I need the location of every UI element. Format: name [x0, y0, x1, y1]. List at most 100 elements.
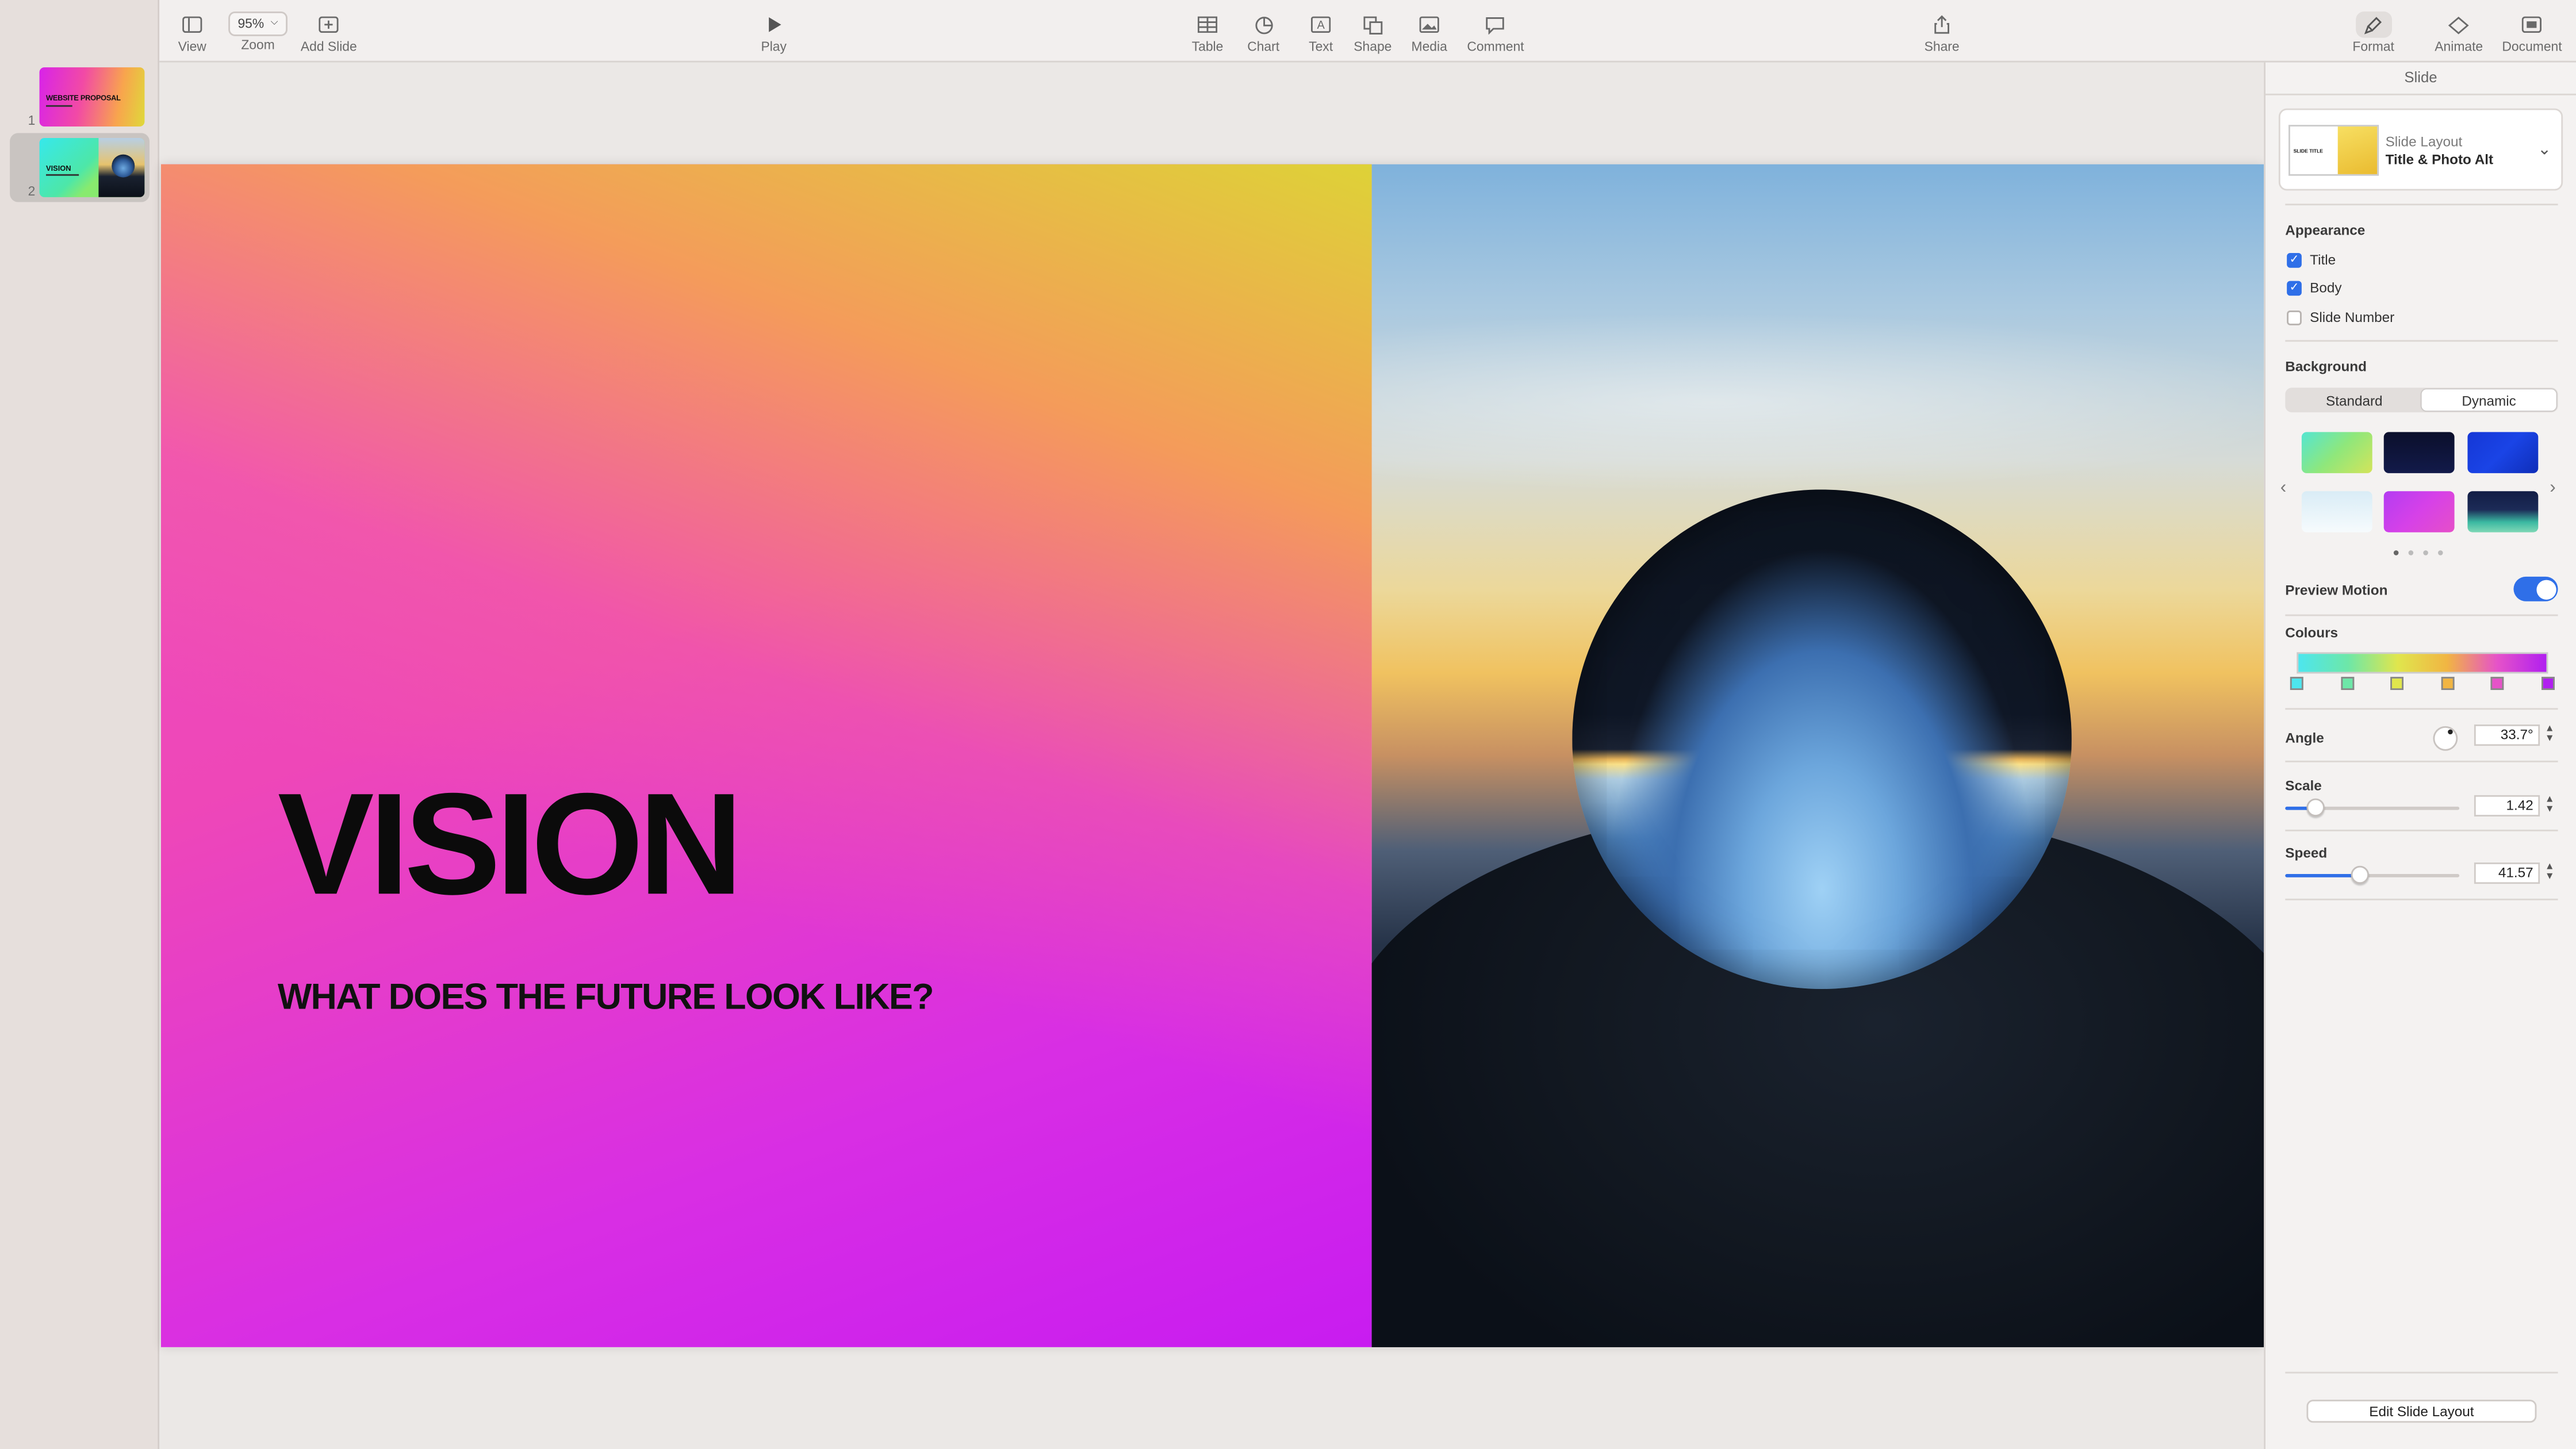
format-button[interactable]: Format: [2352, 12, 2394, 54]
colour-stop-4[interactable]: [2441, 677, 2455, 690]
background-type-segmented-control[interactable]: Standard Dynamic: [2285, 388, 2558, 413]
colour-stop-3[interactable]: [2390, 677, 2404, 690]
appearance-heading: Appearance: [2285, 221, 2366, 239]
slide-number-checkbox-row[interactable]: Slide Number: [2287, 309, 2394, 325]
background-swatch-6[interactable]: [2467, 491, 2539, 532]
table-button[interactable]: Table: [1190, 12, 1226, 54]
slide-thumb-image: VISION: [39, 138, 145, 197]
layout-thumb-text: SLIDE TITLE: [2293, 148, 2323, 155]
image-icon: [1411, 12, 1447, 38]
slide-canvas: VISION WHAT DOES THE FUTURE LOOK LIKE?: [159, 62, 2264, 1449]
colour-stop-2[interactable]: [2341, 677, 2355, 690]
slide-navigator: 1 WEBSITE PROPOSAL 2 VISION: [0, 0, 160, 1449]
shape-button[interactable]: Shape: [1354, 12, 1392, 54]
table-icon: [1190, 12, 1226, 38]
colour-stop-5[interactable]: [2490, 677, 2504, 690]
chevron-left-icon[interactable]: ‹: [2280, 478, 2286, 497]
thumb-line: [46, 105, 72, 107]
background-swatch-1[interactable]: [2301, 432, 2372, 473]
colour-stop-6[interactable]: [2542, 677, 2555, 690]
slide-number-checkbox[interactable]: [2287, 309, 2302, 325]
slide-photo-crystal-ball[interactable]: [1371, 164, 2264, 1347]
page-dot[interactable]: [2438, 550, 2443, 555]
background-dynamic-tab[interactable]: Dynamic: [2421, 389, 2556, 411]
text-label: Text: [1309, 39, 1333, 55]
speed-slider-knob[interactable]: [2351, 865, 2369, 884]
background-swatch-3[interactable]: [2467, 432, 2539, 473]
edit-slide-layout-button[interactable]: Edit Slide Layout: [2306, 1400, 2537, 1423]
sidebar-icon: [174, 12, 210, 38]
scale-field[interactable]: 1.42: [2474, 795, 2540, 816]
shape-label: Shape: [1354, 39, 1392, 55]
title-checkbox[interactable]: ✓: [2287, 252, 2302, 267]
comment-button[interactable]: Comment: [1467, 12, 1524, 54]
photo-cloud: [1371, 312, 2264, 493]
slide-number-checkbox-label: Slide Number: [2310, 309, 2395, 325]
chevron-down-icon: ⌵: [270, 18, 278, 28]
speed-label: Speed: [2285, 844, 2328, 861]
layout-caption: Slide Layout: [2385, 133, 2463, 150]
page-dot[interactable]: [2423, 550, 2428, 555]
layout-name: Title & Photo Alt: [2385, 151, 2494, 168]
colour-stop-1[interactable]: [2290, 677, 2303, 690]
zoom-select[interactable]: 95% ⌵: [228, 12, 288, 36]
speed-stepper[interactable]: ▲ ▼: [2545, 862, 2555, 882]
text-button[interactable]: A Text: [1303, 12, 1339, 54]
background-swatch-5[interactable]: [2383, 491, 2455, 532]
chart-button[interactable]: Chart: [1245, 12, 1282, 54]
thumb-line: [46, 174, 79, 176]
preview-motion-toggle[interactable]: [2513, 576, 2558, 601]
speed-slider-fill: [2285, 874, 2359, 877]
scale-slider[interactable]: [2285, 798, 2460, 816]
page-dot[interactable]: [2408, 550, 2414, 555]
divider: [2285, 708, 2558, 710]
body-checkbox[interactable]: ✓: [2287, 280, 2302, 295]
paintbrush-icon: [2355, 12, 2392, 38]
slide-title[interactable]: VISION: [278, 771, 743, 917]
slide-thumbnail-1[interactable]: 1 WEBSITE PROPOSAL: [10, 63, 150, 132]
background-standard-tab[interactable]: Standard: [2287, 389, 2421, 411]
preview-motion-label: Preview Motion: [2285, 581, 2388, 598]
swatch-page-indicator[interactable]: [2393, 550, 2443, 555]
slide-number: 1: [28, 113, 36, 128]
background-swatch-4[interactable]: [2301, 491, 2372, 532]
add-slide-button[interactable]: Add Slide: [301, 12, 357, 54]
view-button[interactable]: View: [174, 12, 210, 54]
angle-stepper[interactable]: ▲ ▼: [2545, 724, 2555, 744]
scale-slider-knob[interactable]: [2306, 798, 2325, 816]
title-checkbox-row[interactable]: ✓ Title: [2287, 251, 2336, 268]
document-button[interactable]: Document: [2502, 12, 2562, 54]
scale-stepper[interactable]: ▲ ▼: [2545, 795, 2555, 815]
play-label: Play: [761, 39, 787, 55]
gradient-colour-bar[interactable]: [2297, 652, 2548, 674]
slide-thumb-image: WEBSITE PROPOSAL: [39, 67, 145, 126]
inspector-tab-slide[interactable]: Slide: [2266, 63, 2576, 95]
slide-subtitle[interactable]: WHAT DOES THE FUTURE LOOK LIKE?: [278, 976, 934, 1018]
current-slide[interactable]: VISION WHAT DOES THE FUTURE LOOK LIKE?: [161, 164, 2264, 1347]
slide-layout-picker[interactable]: SLIDE TITLE Slide Layout Title & Photo A…: [2278, 108, 2563, 191]
share-button[interactable]: Share: [1924, 12, 1960, 54]
slide-number: 2: [28, 184, 36, 199]
slide-thumbnail-2[interactable]: 2 VISION: [10, 133, 150, 202]
speed-field[interactable]: 41.57: [2474, 862, 2540, 884]
zoom-control[interactable]: 95% ⌵ Zoom: [228, 12, 288, 52]
play-button[interactable]: Play: [756, 12, 792, 54]
view-label: View: [178, 39, 206, 55]
chevron-right-icon[interactable]: ›: [2550, 478, 2555, 497]
zoom-label: Zoom: [241, 37, 275, 53]
media-button[interactable]: Media: [1411, 12, 1447, 54]
photo-crystal-ball: [1572, 489, 2072, 989]
divider: [2285, 829, 2558, 831]
table-label: Table: [1191, 39, 1224, 55]
thumb-title: WEBSITE PROPOSAL: [46, 93, 121, 102]
body-checkbox-row[interactable]: ✓ Body: [2287, 279, 2342, 296]
shape-icon: [1355, 12, 1391, 38]
layout-thumbnail: SLIDE TITLE: [2288, 125, 2379, 176]
divider: [2285, 614, 2558, 616]
animate-button[interactable]: Animate: [2435, 12, 2483, 54]
background-swatch-2[interactable]: [2383, 432, 2455, 473]
page-dot[interactable]: [2393, 550, 2399, 555]
angle-dial[interactable]: [2433, 726, 2458, 751]
speed-slider[interactable]: [2285, 865, 2460, 884]
angle-field[interactable]: 33.7°: [2474, 724, 2540, 746]
